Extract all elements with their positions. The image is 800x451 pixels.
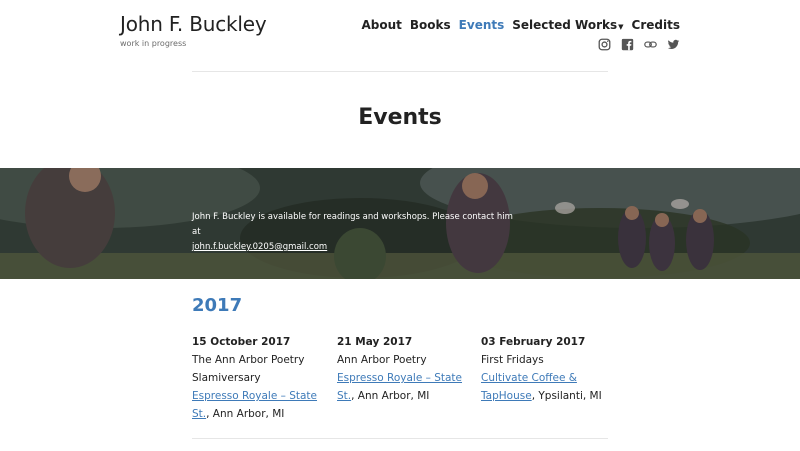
event-venue-line: Espresso Royale – State St., Ann Arbor, … xyxy=(192,387,322,423)
hero-banner: John F. Buckley is available for reading… xyxy=(0,168,800,279)
event-title: First Fridays xyxy=(481,354,544,366)
link-icon[interactable] xyxy=(644,38,657,51)
chevron-down-icon: ▼ xyxy=(618,23,624,31)
event-location: , Ann Arbor, MI xyxy=(206,408,285,420)
event-date: 21 May 2017 xyxy=(337,336,413,348)
event-title: The Ann Arbor Poetry Slamiversary xyxy=(192,354,305,384)
hero-contact-text: John F. Buckley is available for reading… xyxy=(192,210,522,255)
header-divider xyxy=(192,71,608,72)
twitter-icon[interactable] xyxy=(667,38,680,51)
nav-item-selected-works[interactable]: Selected Works▼ xyxy=(512,18,623,32)
event-date: 15 October 2017 xyxy=(192,336,291,348)
nav-item-books[interactable]: Books xyxy=(410,18,451,32)
main-nav: About Books Events Selected Works▼ Credi… xyxy=(362,18,681,32)
nav-item-selected-works-label: Selected Works xyxy=(512,18,618,32)
site-header: John F. Buckley work in progress About B… xyxy=(0,0,800,72)
event-venue-line: Cultivate Coffee & TapHouse, Ypsilanti, … xyxy=(481,369,611,405)
nav-item-events[interactable]: Events xyxy=(459,18,505,32)
event-venue-line: Espresso Royale – State St., Ann Arbor, … xyxy=(337,369,467,405)
event-date: 03 February 2017 xyxy=(481,336,586,348)
nav-item-about[interactable]: About xyxy=(362,18,402,32)
hero-contact-message: John F. Buckley is available for reading… xyxy=(192,212,513,237)
social-links xyxy=(598,38,680,51)
facebook-icon[interactable] xyxy=(621,38,634,51)
footer-divider xyxy=(192,438,608,439)
event-location: , Ann Arbor, MI xyxy=(351,390,430,402)
page-title: Events xyxy=(358,105,442,130)
instagram-icon[interactable] xyxy=(598,38,611,51)
contact-email-link[interactable]: john.f.buckley.0205@gmail.com xyxy=(192,242,327,252)
event-title: Ann Arbor Poetry xyxy=(337,354,427,366)
event-location: , Ypsilanti, MI xyxy=(531,390,602,402)
event-item: 15 October 2017 The Ann Arbor Poetry Sla… xyxy=(192,333,322,423)
year-heading: 2017 xyxy=(192,295,243,316)
event-item: 21 May 2017 Ann Arbor Poetry Espresso Ro… xyxy=(337,333,467,405)
site-title[interactable]: John F. Buckley xyxy=(120,12,267,36)
event-item: 03 February 2017 First Fridays Cultivate… xyxy=(481,333,611,405)
site-tagline: work in progress xyxy=(120,39,187,48)
nav-item-credits[interactable]: Credits xyxy=(632,18,680,32)
